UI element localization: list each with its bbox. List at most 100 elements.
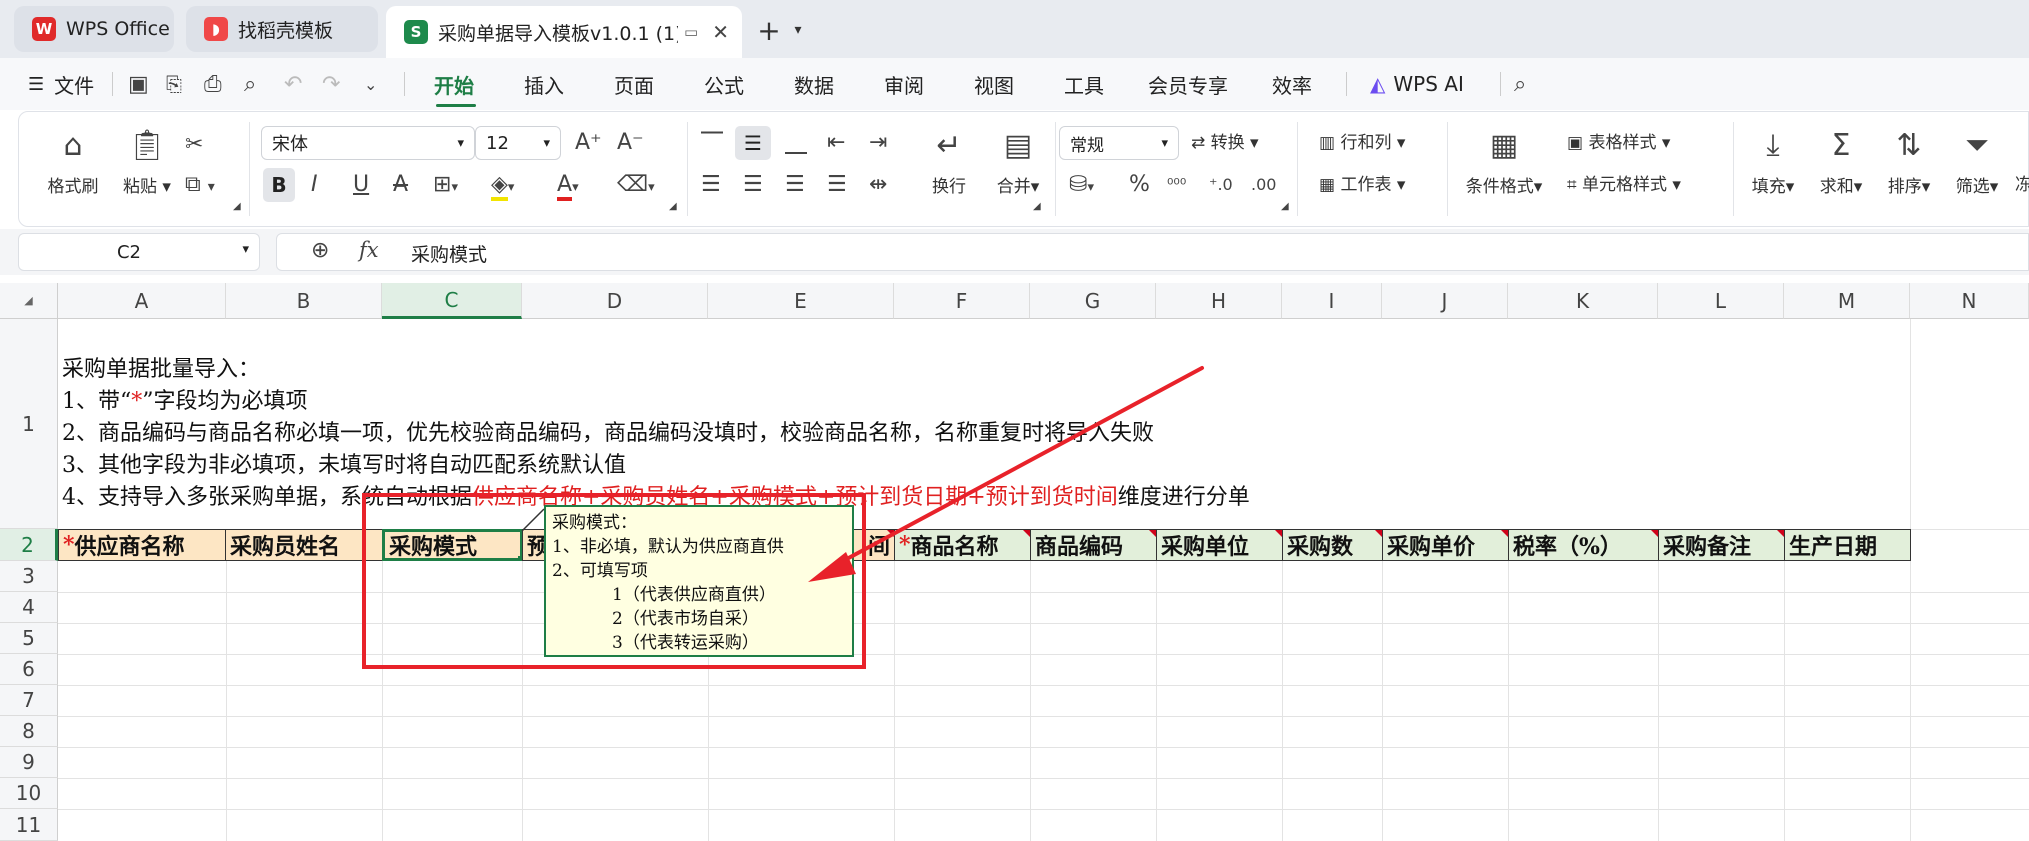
column-header-i[interactable]: I (1282, 283, 1382, 319)
merge-button[interactable]: ▤ 合并▾ (983, 128, 1053, 197)
column-header-c[interactable]: C (382, 283, 522, 319)
fx-icon[interactable]: fx (359, 238, 379, 262)
menu-view[interactable]: 视图 (974, 58, 1014, 110)
align-right-icon[interactable]: ☰ (785, 170, 805, 200)
header-cell-a[interactable]: * 供应商名称 (58, 529, 226, 561)
align-middle-icon[interactable]: ☰ (735, 126, 771, 160)
row-header-7[interactable]: 7 (0, 685, 58, 716)
filter-button[interactable]: ⏷ 筛选▾ (1949, 128, 2005, 197)
column-header-e[interactable]: E (708, 283, 894, 319)
menu-home[interactable]: 开始 (434, 58, 474, 110)
copy-icon[interactable]: ⧉ ▾ (185, 170, 215, 202)
save-icon[interactable]: ▣ (128, 58, 149, 110)
column-header-l[interactable]: L (1658, 283, 1784, 319)
column-header-a[interactable]: A (58, 283, 226, 319)
header-cell-k[interactable]: 税率（%） (1508, 529, 1659, 561)
row-header-5[interactable]: 5 (0, 623, 58, 654)
align-top-icon[interactable]: ⎺ (701, 128, 723, 158)
header-cell-g[interactable]: 商品编码 (1030, 529, 1157, 561)
tab-active-spreadsheet[interactable]: S 采购单据导入模板v1.0.1 (1).x ▭ ✕ (386, 6, 742, 58)
worksheet-button[interactable]: ▦ 工作表 ▾ (1319, 170, 1405, 200)
row-header-3[interactable]: 3 (0, 561, 58, 592)
tab-wps-office[interactable]: W WPS Office (14, 6, 174, 52)
row-header-2[interactable]: 2 (0, 529, 58, 561)
format-painter-button[interactable]: ⌂ 格式刷 (43, 128, 103, 197)
menu-page[interactable]: 页面 (614, 58, 654, 110)
menu-member[interactable]: 会员专享 (1148, 58, 1228, 110)
undo-icon[interactable]: ↶ (284, 58, 302, 110)
freeze-button-partial[interactable]: 冻 (2015, 170, 2029, 200)
header-cell-l[interactable]: 采购备注 (1658, 529, 1785, 561)
tab-docer-templates[interactable]: ◗ 找稻壳模板 (186, 6, 378, 52)
column-header-b[interactable]: B (226, 283, 382, 319)
column-header-g[interactable]: G (1030, 283, 1156, 319)
name-box[interactable]: C2 ▾ (18, 233, 260, 271)
increase-indent-icon[interactable]: ⇥ (869, 128, 887, 158)
dialog-launcher-icon[interactable]: ◢ (669, 192, 677, 222)
sum-button[interactable]: Σ 求和▾ (1813, 128, 1869, 197)
search-icon[interactable]: ⌕ (1514, 58, 1526, 110)
strikethrough-button[interactable]: A (393, 170, 408, 200)
column-header-k[interactable]: K (1508, 283, 1658, 319)
decrease-decimal-icon[interactable]: .00 (1251, 170, 1276, 200)
header-cell-m[interactable]: 生产日期 (1784, 529, 1911, 561)
align-left-icon[interactable]: ☰ (701, 170, 721, 200)
thousands-icon[interactable]: ⁰⁰⁰ (1167, 170, 1186, 200)
dialog-launcher-icon[interactable]: ◢ (1281, 192, 1289, 222)
chevron-down-icon[interactable]: ▾ (788, 16, 808, 44)
align-bottom-icon[interactable]: ⎽ (785, 128, 807, 158)
formula-input[interactable]: ⊕ fx 采购模式 (276, 233, 2029, 271)
dialog-launcher-icon[interactable]: ◢ (1033, 192, 1041, 222)
window-mode-icon[interactable]: ▭ (684, 23, 698, 41)
menu-data[interactable]: 数据 (794, 58, 834, 110)
menu-efficiency[interactable]: 效率 (1272, 58, 1312, 110)
row-header-4[interactable]: 4 (0, 592, 58, 623)
menu-formula[interactable]: 公式 (704, 58, 744, 110)
decrease-font-icon[interactable]: A⁻ (617, 128, 644, 158)
fill-button[interactable]: ⤓ 填充▾ (1745, 128, 1801, 197)
header-cell-f[interactable]: * 商品名称 (894, 529, 1031, 561)
zoom-formula-icon[interactable]: ⊕ (311, 238, 329, 263)
menu-tools[interactable]: 工具 (1064, 58, 1104, 110)
select-all-corner[interactable]: ◢ (0, 283, 58, 319)
decrease-indent-icon[interactable]: ⇤ (827, 128, 845, 158)
sort-button[interactable]: ⇅ 排序▾ (1881, 128, 1937, 197)
fill-color-icon[interactable]: ◈▾ (491, 170, 514, 203)
font-name-select[interactable]: 宋体 ▾ (261, 126, 475, 160)
column-header-d[interactable]: D (522, 283, 708, 319)
italic-button[interactable]: I (311, 170, 318, 200)
new-tab-icon[interactable]: + (752, 14, 786, 47)
increase-font-icon[interactable]: A⁺ (575, 128, 602, 158)
header-cell-h[interactable]: 采购单位 (1156, 529, 1283, 561)
increase-decimal-icon[interactable]: ⁺.0 (1209, 170, 1233, 200)
column-header-j[interactable]: J (1382, 283, 1508, 319)
quick-access-chevron-icon[interactable]: ⌄ (364, 58, 377, 110)
redo-icon[interactable]: ↷ (322, 58, 340, 110)
table-style-button[interactable]: ▣ 表格样式 ▾ (1567, 128, 1670, 158)
export-icon[interactable]: ⎘ (166, 58, 182, 110)
font-color-icon[interactable]: A▾ (557, 170, 579, 203)
close-tab-icon[interactable]: ✕ (712, 20, 729, 44)
spreadsheet-grid[interactable]: ◢ A B C D E F G H I J K L M N 1 2 3 4 5 … (0, 283, 2029, 841)
print-preview-icon[interactable]: ⌕ (244, 58, 256, 110)
convert-button[interactable]: ⇄ 转换 ▾ (1191, 128, 1259, 158)
header-cell-b[interactable]: 采购员姓名 (225, 529, 383, 561)
paste-button[interactable]: 📋︎ 粘贴 ▾ (115, 128, 179, 197)
file-menu[interactable]: ☰ 文件 (28, 58, 94, 110)
number-format-select[interactable]: 常规 ▾ (1059, 126, 1179, 160)
wrap-text-button[interactable]: ↵ 换行 (919, 128, 979, 197)
row-header-6[interactable]: 6 (0, 654, 58, 685)
justify-icon[interactable]: ☰ (827, 170, 847, 200)
row-header-9[interactable]: 9 (0, 747, 58, 778)
column-header-m[interactable]: M (1784, 283, 1910, 319)
menu-insert[interactable]: 插入 (524, 58, 564, 110)
align-center-icon[interactable]: ☰ (743, 170, 763, 200)
column-header-h[interactable]: H (1156, 283, 1282, 319)
cell-style-button[interactable]: ⌗ 单元格样式 ▾ (1567, 170, 1681, 200)
row-header-11[interactable]: 11 (0, 809, 58, 841)
column-header-f[interactable]: F (894, 283, 1030, 319)
percent-icon[interactable]: % (1129, 170, 1150, 200)
cut-icon[interactable]: ✂ (185, 130, 203, 160)
menu-review[interactable]: 审阅 (884, 58, 924, 110)
underline-button[interactable]: U (353, 170, 369, 200)
